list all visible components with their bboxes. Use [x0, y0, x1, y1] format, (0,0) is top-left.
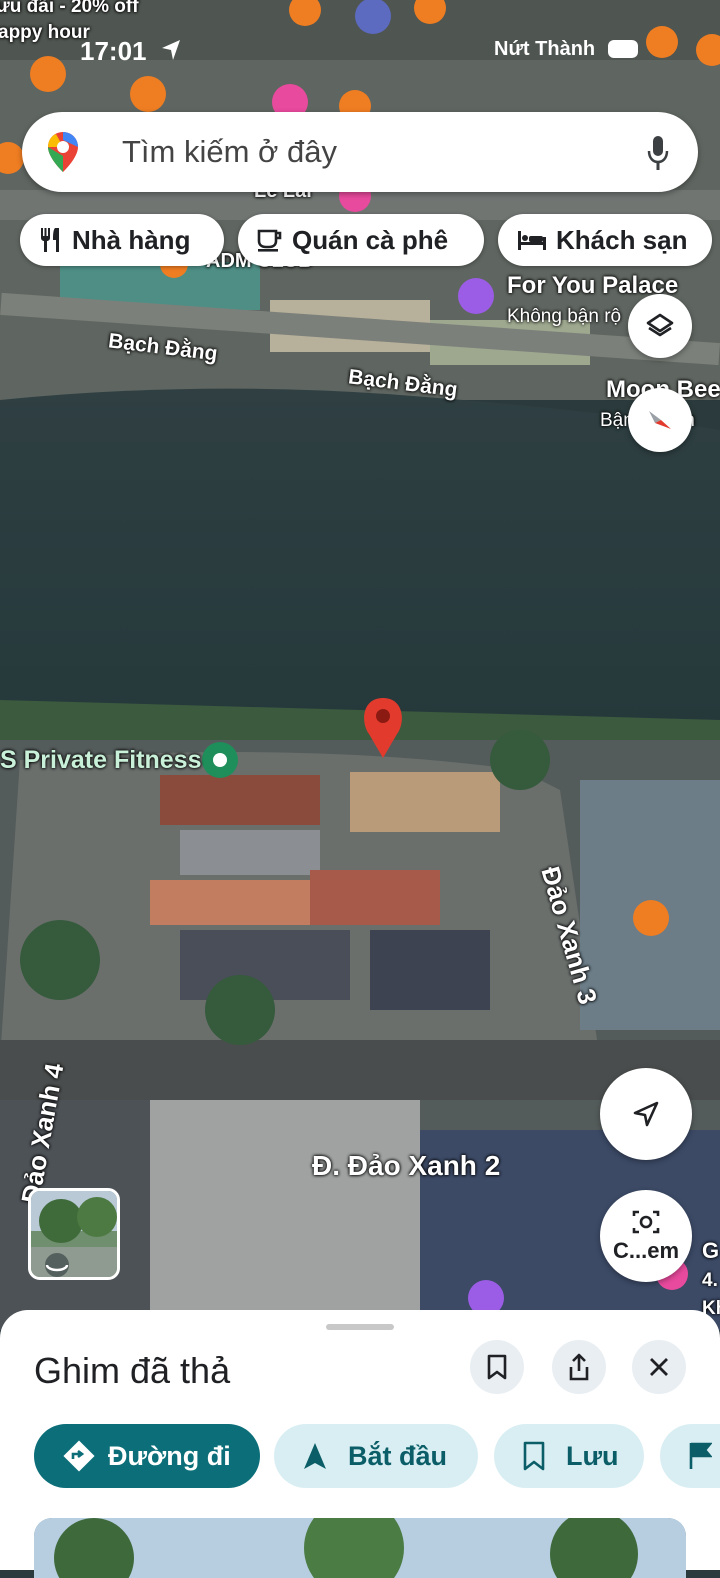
- location-arrow-icon: [162, 40, 180, 60]
- battery-icon: [608, 40, 638, 58]
- street-view-thumbnail[interactable]: [28, 1188, 120, 1280]
- directions-icon: [63, 1440, 95, 1472]
- status-bar: 17:01 Nứt Thành: [0, 30, 720, 70]
- save-action-button[interactable]: Lưu: [494, 1424, 644, 1488]
- sheet-drag-handle[interactable]: [326, 1324, 394, 1330]
- place-photo-image: [34, 1518, 686, 1578]
- hotel-icon: [518, 231, 546, 250]
- flag-icon: [689, 1442, 712, 1469]
- close-icon: [650, 1358, 668, 1376]
- save-button[interactable]: [470, 1340, 524, 1394]
- share-icon: [569, 1353, 589, 1381]
- place-bottom-sheet[interactable]: Ghim đã thả Đường đi Bắt đầu Lưu: [0, 1310, 720, 1578]
- chip-label: Quán cà phê: [292, 224, 449, 255]
- navigation-icon: [304, 1443, 326, 1469]
- search-bar[interactable]: Tìm kiếm ở đây: [22, 112, 698, 192]
- place-photo[interactable]: [34, 1518, 686, 1578]
- compass-button[interactable]: [628, 388, 692, 452]
- lens-button[interactable]: C...em: [600, 1190, 692, 1282]
- coffee-icon: [257, 229, 282, 252]
- camera-lens-icon: [632, 1210, 660, 1234]
- compass-icon: [649, 411, 671, 429]
- bookmark-icon: [523, 1441, 545, 1471]
- status-time: 17:01: [80, 36, 147, 66]
- start-button[interactable]: Bắt đầu: [274, 1424, 478, 1488]
- my-location-button[interactable]: [600, 1068, 692, 1160]
- chip-coffee[interactable]: Quán cà phê: [238, 214, 484, 266]
- sheet-title: Ghim đã thả: [34, 1350, 231, 1391]
- place-sublabel: Không bận rộ: [507, 306, 622, 327]
- layers-button[interactable]: [628, 294, 692, 358]
- carrier-name: Nứt Thành: [494, 38, 596, 60]
- start-label: Bắt đầu: [348, 1440, 448, 1471]
- place-label[interactable]: S Private Fitness: [0, 746, 201, 775]
- layers-icon: [646, 313, 674, 337]
- place-label: 4.: [702, 1270, 718, 1291]
- lens-label: C...em: [612, 1238, 680, 1263]
- navigation-arrow-icon: [633, 1101, 659, 1127]
- place-label: G: [702, 1238, 720, 1263]
- save-label: Lưu: [566, 1440, 619, 1471]
- promo-label: ưu đãi - 20% off: [0, 0, 139, 17]
- restaurant-icon: [41, 228, 59, 252]
- chip-hotels[interactable]: Khách sạn: [498, 214, 712, 266]
- label-action-button[interactable]: [660, 1424, 720, 1488]
- chip-label: Nhà hàng: [72, 224, 191, 255]
- close-button[interactable]: [632, 1340, 686, 1394]
- microphone-icon[interactable]: [646, 134, 670, 172]
- bookmark-icon: [487, 1354, 507, 1380]
- directions-label: Đường đi: [108, 1440, 231, 1471]
- directions-button[interactable]: Đường đi: [34, 1424, 260, 1488]
- street-view-photo: [31, 1191, 117, 1277]
- street-label: Đ. Đảo Xanh 2: [312, 1150, 501, 1181]
- share-button[interactable]: [552, 1340, 606, 1394]
- search-input[interactable]: Tìm kiếm ở đây: [122, 134, 337, 170]
- chip-label: Khách sạn: [556, 224, 688, 255]
- google-maps-logo-icon: [48, 132, 78, 172]
- chip-restaurants[interactable]: Nhà hàng: [20, 214, 224, 266]
